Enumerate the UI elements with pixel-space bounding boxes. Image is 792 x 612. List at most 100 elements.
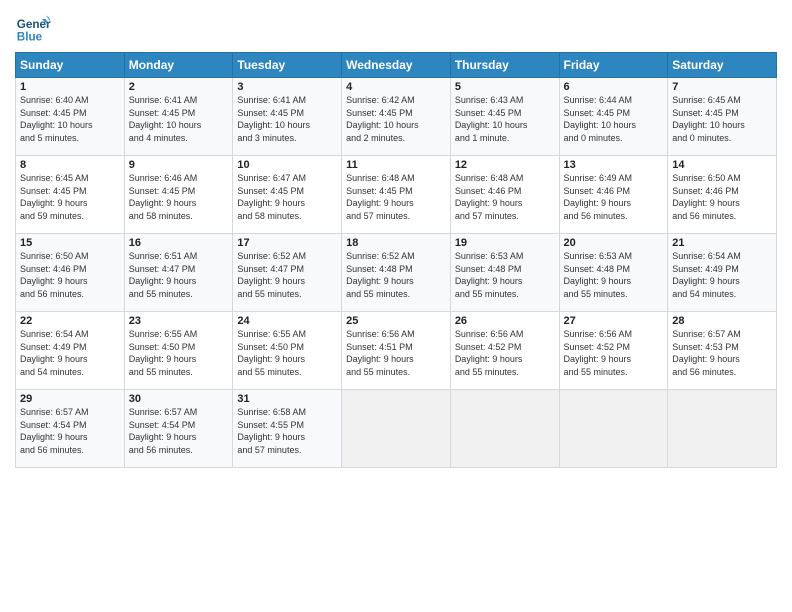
day-info: Sunrise: 6:48 AM Sunset: 4:45 PM Dayligh…: [346, 172, 446, 222]
day-cell-2: 2Sunrise: 6:41 AM Sunset: 4:45 PM Daylig…: [124, 78, 233, 156]
day-info: Sunrise: 6:56 AM Sunset: 4:52 PM Dayligh…: [564, 328, 664, 378]
logo: General Blue: [15, 10, 55, 46]
day-number: 12: [455, 159, 555, 171]
day-info: Sunrise: 6:46 AM Sunset: 4:45 PM Dayligh…: [129, 172, 229, 222]
day-number: 31: [237, 393, 337, 405]
day-cell-18: 18Sunrise: 6:52 AM Sunset: 4:48 PM Dayli…: [342, 234, 451, 312]
day-cell-10: 10Sunrise: 6:47 AM Sunset: 4:45 PM Dayli…: [233, 156, 342, 234]
day-info: Sunrise: 6:40 AM Sunset: 4:45 PM Dayligh…: [20, 94, 120, 144]
day-cell-23: 23Sunrise: 6:55 AM Sunset: 4:50 PM Dayli…: [124, 312, 233, 390]
day-info: Sunrise: 6:45 AM Sunset: 4:45 PM Dayligh…: [20, 172, 120, 222]
day-info: Sunrise: 6:43 AM Sunset: 4:45 PM Dayligh…: [455, 94, 555, 144]
day-info: Sunrise: 6:58 AM Sunset: 4:55 PM Dayligh…: [237, 406, 337, 456]
day-number: 27: [564, 315, 664, 327]
empty-cell: [450, 390, 559, 468]
day-number: 9: [129, 159, 229, 171]
day-number: 8: [20, 159, 120, 171]
day-cell-13: 13Sunrise: 6:49 AM Sunset: 4:46 PM Dayli…: [559, 156, 668, 234]
day-number: 6: [564, 81, 664, 93]
day-number: 22: [20, 315, 120, 327]
day-info: Sunrise: 6:56 AM Sunset: 4:51 PM Dayligh…: [346, 328, 446, 378]
day-number: 19: [455, 237, 555, 249]
page: General Blue SundayMondayTuesdayWednesda…: [0, 0, 792, 478]
day-number: 7: [672, 81, 772, 93]
logo-icon: General Blue: [15, 10, 51, 46]
weekday-header-sunday: Sunday: [16, 53, 125, 78]
day-info: Sunrise: 6:45 AM Sunset: 4:45 PM Dayligh…: [672, 94, 772, 144]
day-number: 5: [455, 81, 555, 93]
week-row-4: 22Sunrise: 6:54 AM Sunset: 4:49 PM Dayli…: [16, 312, 777, 390]
day-cell-30: 30Sunrise: 6:57 AM Sunset: 4:54 PM Dayli…: [124, 390, 233, 468]
day-info: Sunrise: 6:55 AM Sunset: 4:50 PM Dayligh…: [129, 328, 229, 378]
day-number: 26: [455, 315, 555, 327]
day-info: Sunrise: 6:54 AM Sunset: 4:49 PM Dayligh…: [672, 250, 772, 300]
day-number: 15: [20, 237, 120, 249]
calendar-body: 1Sunrise: 6:40 AM Sunset: 4:45 PM Daylig…: [16, 78, 777, 468]
day-info: Sunrise: 6:42 AM Sunset: 4:45 PM Dayligh…: [346, 94, 446, 144]
day-info: Sunrise: 6:55 AM Sunset: 4:50 PM Dayligh…: [237, 328, 337, 378]
day-cell-12: 12Sunrise: 6:48 AM Sunset: 4:46 PM Dayli…: [450, 156, 559, 234]
day-cell-17: 17Sunrise: 6:52 AM Sunset: 4:47 PM Dayli…: [233, 234, 342, 312]
day-cell-6: 6Sunrise: 6:44 AM Sunset: 4:45 PM Daylig…: [559, 78, 668, 156]
day-cell-1: 1Sunrise: 6:40 AM Sunset: 4:45 PM Daylig…: [16, 78, 125, 156]
day-info: Sunrise: 6:48 AM Sunset: 4:46 PM Dayligh…: [455, 172, 555, 222]
day-number: 11: [346, 159, 446, 171]
empty-cell: [342, 390, 451, 468]
day-cell-21: 21Sunrise: 6:54 AM Sunset: 4:49 PM Dayli…: [668, 234, 777, 312]
day-cell-25: 25Sunrise: 6:56 AM Sunset: 4:51 PM Dayli…: [342, 312, 451, 390]
day-info: Sunrise: 6:57 AM Sunset: 4:53 PM Dayligh…: [672, 328, 772, 378]
day-cell-3: 3Sunrise: 6:41 AM Sunset: 4:45 PM Daylig…: [233, 78, 342, 156]
day-number: 28: [672, 315, 772, 327]
weekday-header-thursday: Thursday: [450, 53, 559, 78]
header: General Blue: [15, 10, 777, 46]
weekday-header-tuesday: Tuesday: [233, 53, 342, 78]
day-info: Sunrise: 6:57 AM Sunset: 4:54 PM Dayligh…: [20, 406, 120, 456]
weekday-header-wednesday: Wednesday: [342, 53, 451, 78]
day-info: Sunrise: 6:57 AM Sunset: 4:54 PM Dayligh…: [129, 406, 229, 456]
day-number: 1: [20, 81, 120, 93]
day-cell-9: 9Sunrise: 6:46 AM Sunset: 4:45 PM Daylig…: [124, 156, 233, 234]
day-number: 20: [564, 237, 664, 249]
day-number: 17: [237, 237, 337, 249]
day-number: 13: [564, 159, 664, 171]
day-number: 30: [129, 393, 229, 405]
weekday-header-monday: Monday: [124, 53, 233, 78]
empty-cell: [668, 390, 777, 468]
day-number: 29: [20, 393, 120, 405]
day-number: 24: [237, 315, 337, 327]
weekday-header-saturday: Saturday: [668, 53, 777, 78]
day-cell-4: 4Sunrise: 6:42 AM Sunset: 4:45 PM Daylig…: [342, 78, 451, 156]
weekday-header-row: SundayMondayTuesdayWednesdayThursdayFrid…: [16, 53, 777, 78]
day-cell-27: 27Sunrise: 6:56 AM Sunset: 4:52 PM Dayli…: [559, 312, 668, 390]
day-number: 16: [129, 237, 229, 249]
day-cell-24: 24Sunrise: 6:55 AM Sunset: 4:50 PM Dayli…: [233, 312, 342, 390]
day-cell-5: 5Sunrise: 6:43 AM Sunset: 4:45 PM Daylig…: [450, 78, 559, 156]
day-cell-19: 19Sunrise: 6:53 AM Sunset: 4:48 PM Dayli…: [450, 234, 559, 312]
day-number: 4: [346, 81, 446, 93]
day-info: Sunrise: 6:53 AM Sunset: 4:48 PM Dayligh…: [455, 250, 555, 300]
day-info: Sunrise: 6:49 AM Sunset: 4:46 PM Dayligh…: [564, 172, 664, 222]
day-info: Sunrise: 6:47 AM Sunset: 4:45 PM Dayligh…: [237, 172, 337, 222]
day-info: Sunrise: 6:53 AM Sunset: 4:48 PM Dayligh…: [564, 250, 664, 300]
day-number: 25: [346, 315, 446, 327]
day-cell-15: 15Sunrise: 6:50 AM Sunset: 4:46 PM Dayli…: [16, 234, 125, 312]
day-info: Sunrise: 6:50 AM Sunset: 4:46 PM Dayligh…: [20, 250, 120, 300]
day-info: Sunrise: 6:51 AM Sunset: 4:47 PM Dayligh…: [129, 250, 229, 300]
calendar-table: SundayMondayTuesdayWednesdayThursdayFrid…: [15, 52, 777, 468]
day-info: Sunrise: 6:56 AM Sunset: 4:52 PM Dayligh…: [455, 328, 555, 378]
day-info: Sunrise: 6:41 AM Sunset: 4:45 PM Dayligh…: [237, 94, 337, 144]
day-number: 2: [129, 81, 229, 93]
week-row-5: 29Sunrise: 6:57 AM Sunset: 4:54 PM Dayli…: [16, 390, 777, 468]
day-cell-11: 11Sunrise: 6:48 AM Sunset: 4:45 PM Dayli…: [342, 156, 451, 234]
day-cell-20: 20Sunrise: 6:53 AM Sunset: 4:48 PM Dayli…: [559, 234, 668, 312]
day-cell-26: 26Sunrise: 6:56 AM Sunset: 4:52 PM Dayli…: [450, 312, 559, 390]
day-info: Sunrise: 6:52 AM Sunset: 4:47 PM Dayligh…: [237, 250, 337, 300]
day-cell-14: 14Sunrise: 6:50 AM Sunset: 4:46 PM Dayli…: [668, 156, 777, 234]
day-info: Sunrise: 6:52 AM Sunset: 4:48 PM Dayligh…: [346, 250, 446, 300]
day-cell-7: 7Sunrise: 6:45 AM Sunset: 4:45 PM Daylig…: [668, 78, 777, 156]
day-number: 14: [672, 159, 772, 171]
day-cell-31: 31Sunrise: 6:58 AM Sunset: 4:55 PM Dayli…: [233, 390, 342, 468]
day-number: 10: [237, 159, 337, 171]
day-cell-16: 16Sunrise: 6:51 AM Sunset: 4:47 PM Dayli…: [124, 234, 233, 312]
day-cell-28: 28Sunrise: 6:57 AM Sunset: 4:53 PM Dayli…: [668, 312, 777, 390]
